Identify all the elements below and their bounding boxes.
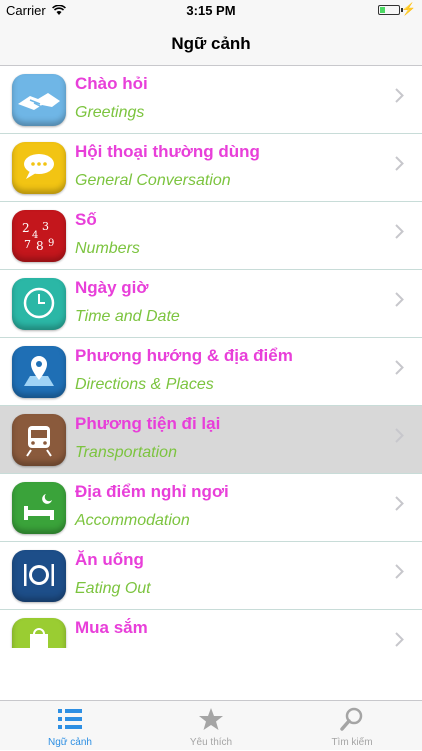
tab-search[interactable]: Tìm kiếm bbox=[282, 701, 422, 751]
item-title-vn: Hội thoại thường dùng bbox=[75, 142, 260, 161]
tab-label: Ngữ cảnh bbox=[48, 737, 92, 748]
list-item[interactable]: Địa điểm nghỉ ngơi Accommodation bbox=[0, 474, 422, 542]
chevron-right-icon bbox=[395, 360, 404, 375]
battery-icon bbox=[378, 5, 400, 15]
shopping-bag-icon bbox=[12, 618, 66, 648]
handshake-icon bbox=[12, 74, 66, 126]
item-title-en: General Conversation bbox=[75, 172, 231, 189]
item-title-en: Transportation bbox=[75, 444, 177, 461]
svg-text:8: 8 bbox=[36, 239, 44, 253]
list-item[interactable]: Phương hướng & địa điểm Directions & Pla… bbox=[0, 338, 422, 406]
page-title: Ngữ cảnh bbox=[171, 34, 251, 53]
status-bar: Carrier 3:15 PM ⚡ bbox=[0, 0, 422, 22]
item-title-vn: Phương hướng & địa điểm bbox=[75, 346, 293, 365]
svg-text:9: 9 bbox=[48, 238, 54, 249]
item-title-vn: Địa điểm nghỉ ngơi bbox=[75, 482, 229, 501]
tab-label: Yêu thích bbox=[189, 737, 233, 748]
item-title-vn: Phương tiện đi lại bbox=[75, 414, 221, 433]
item-title-vn: Số bbox=[75, 210, 97, 229]
speech-bubble-icon bbox=[12, 142, 66, 194]
item-title-en: Numbers bbox=[75, 240, 140, 257]
list-item[interactable]: 243789 Số Numbers bbox=[0, 202, 422, 270]
star-icon bbox=[199, 708, 223, 730]
chevron-right-icon bbox=[395, 156, 404, 171]
context-list[interactable]: Chào hỏi Greetings Hội thoại thường dùng… bbox=[0, 66, 422, 648]
chevron-right-icon bbox=[395, 292, 404, 307]
chevron-right-icon bbox=[395, 224, 404, 239]
list-item[interactable]: Ăn uống Eating Out bbox=[0, 542, 422, 610]
tab-bar: Ngữ cảnh Yêu thích Tìm kiếm bbox=[0, 700, 422, 750]
chevron-right-icon bbox=[395, 428, 404, 443]
svg-text:2: 2 bbox=[22, 221, 30, 235]
item-title-vn: Chào hỏi bbox=[75, 74, 148, 93]
bed-icon bbox=[12, 482, 66, 534]
tab-label: Tìm kiếm bbox=[331, 737, 373, 748]
numbers-icon: 243789 bbox=[12, 210, 66, 262]
magnifier-icon bbox=[340, 707, 363, 731]
item-title-en: Eating Out bbox=[75, 580, 151, 597]
item-title-vn: Ăn uống bbox=[75, 550, 144, 569]
tab-favorites[interactable]: Yêu thích bbox=[141, 701, 281, 751]
chevron-right-icon bbox=[395, 88, 404, 103]
chevron-right-icon bbox=[395, 632, 404, 647]
plate-icon bbox=[12, 550, 66, 602]
clock-icon bbox=[12, 278, 66, 330]
item-title-vn: Mua sắm bbox=[75, 618, 148, 637]
item-title-en: Directions & Places bbox=[75, 376, 214, 393]
tab-contexts[interactable]: Ngữ cảnh bbox=[0, 701, 140, 751]
train-icon bbox=[12, 414, 66, 466]
item-title-en: Greetings bbox=[75, 104, 145, 121]
map-pin-icon bbox=[12, 346, 66, 398]
list-item[interactable]: Hội thoại thường dùng General Conversati… bbox=[0, 134, 422, 202]
list-icon bbox=[58, 709, 82, 729]
status-time: 3:15 PM bbox=[186, 3, 236, 18]
list-item[interactable]: Phương tiện đi lại Transportation bbox=[0, 406, 422, 474]
list-item[interactable]: Mua sắm bbox=[0, 610, 422, 648]
list-item[interactable]: Ngày giờ Time and Date bbox=[0, 270, 422, 338]
charging-icon: ⚡ bbox=[401, 2, 416, 16]
navigation-bar: Ngữ cảnh bbox=[0, 22, 422, 66]
chevron-right-icon bbox=[395, 564, 404, 579]
list-item[interactable]: Chào hỏi Greetings bbox=[0, 66, 422, 134]
item-title-en: Time and Date bbox=[75, 308, 180, 325]
chevron-right-icon bbox=[395, 496, 404, 511]
svg-text:7: 7 bbox=[24, 238, 31, 251]
item-title-en: Accommodation bbox=[75, 512, 190, 529]
item-title-vn: Ngày giờ bbox=[75, 278, 149, 297]
svg-text:3: 3 bbox=[42, 220, 49, 233]
